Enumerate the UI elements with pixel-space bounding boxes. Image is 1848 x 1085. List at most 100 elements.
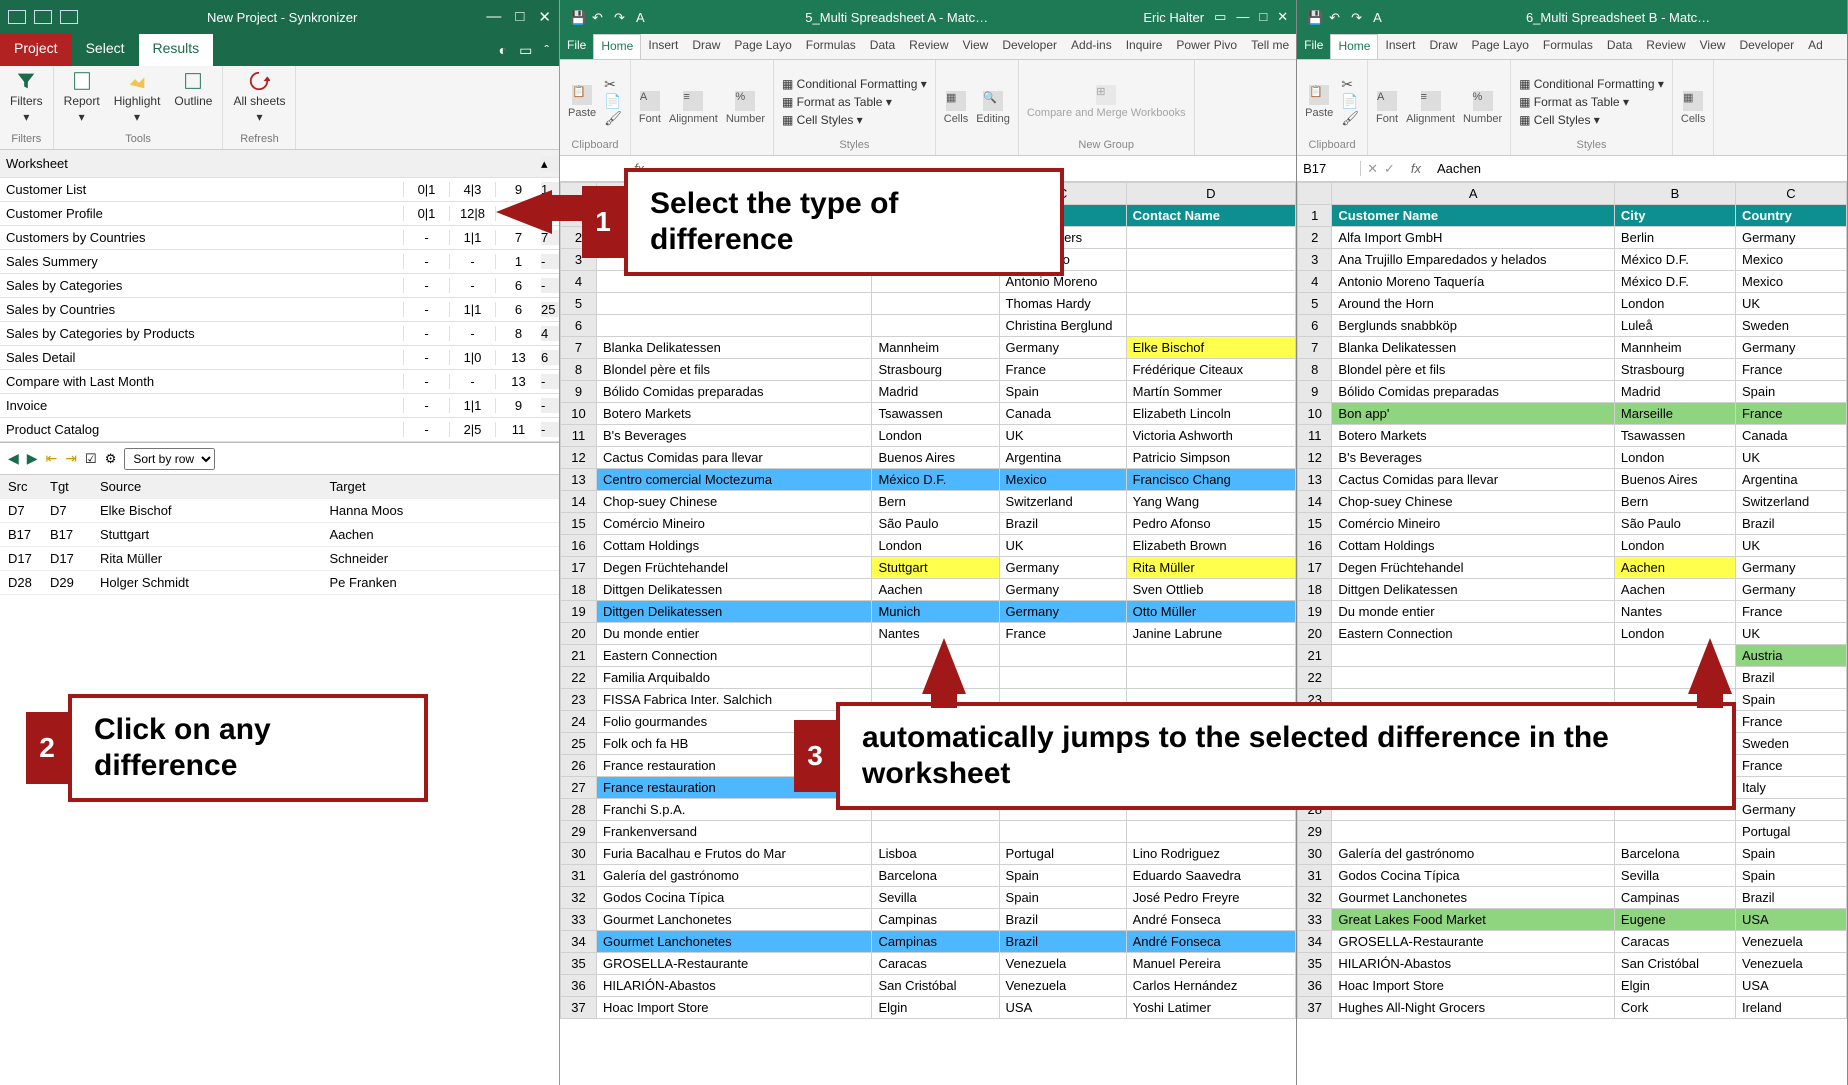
tab-power-pivo[interactable]: Power Pivo [1169, 34, 1244, 59]
user-name[interactable]: Eric Halter [1133, 10, 1214, 25]
sync-left-icon[interactable]: ⇤ [46, 450, 58, 467]
gear-icon[interactable]: ⚙ [105, 451, 117, 467]
table-row[interactable]: 35GROSELLA-RestauranteCaracasVenezuelaMa… [561, 953, 1296, 975]
tab-draw[interactable]: Draw [685, 34, 727, 59]
cell-styles-button[interactable]: ▦ Cell Styles ▾ [1519, 111, 1664, 129]
highlight-button[interactable]: Highlight▾ [114, 70, 161, 124]
tab-inquire[interactable]: Inquire [1119, 34, 1170, 59]
table-row[interactable]: 12B's BeveragesLondonUK [1298, 447, 1847, 469]
font-icon[interactable]: A [636, 10, 650, 24]
table-row[interactable]: 11Botero MarketsTsawassenCanada [1298, 425, 1847, 447]
table-row[interactable]: 7Blanka DelikatessenMannheimGermany [1298, 337, 1847, 359]
undo-icon[interactable]: ↶ [1329, 10, 1343, 24]
minimize-icon[interactable]: — [1236, 9, 1249, 25]
ribbon-options-icon[interactable]: ▭ [1214, 9, 1226, 25]
worksheet-row[interactable]: Customers by Countries-1|177 [0, 226, 559, 250]
table-row[interactable]: 36HILARIÓN-AbastosSan CristóbalVenezuela… [561, 975, 1296, 997]
sort-select[interactable]: Sort by row [124, 448, 215, 470]
diff-row[interactable]: D28D29Holger SchmidtPe Franken [0, 571, 559, 595]
worksheet-row[interactable]: Sales by Categories by Products--84 [0, 322, 559, 346]
table-row[interactable]: 30Galería del gastrónomoBarcelonaSpain [1298, 843, 1847, 865]
tab-data[interactable]: Data [1600, 34, 1639, 59]
sync-right-icon[interactable]: ⇥ [65, 450, 77, 467]
report-button[interactable]: Report▾ [64, 70, 100, 124]
table-row[interactable]: 20Eastern ConnectionLondonUK [1298, 623, 1847, 645]
tab-draw[interactable]: Draw [1423, 34, 1465, 59]
save-icon[interactable]: 💾 [1307, 10, 1321, 24]
options-icon[interactable]: ☑ [85, 451, 97, 467]
table-row[interactable]: 34GROSELLA-RestauranteCaracasVenezuela [1298, 931, 1847, 953]
layout-icon-2[interactable] [34, 10, 52, 24]
table-row[interactable]: 31Galería del gastrónomoBarcelonaSpainEd… [561, 865, 1296, 887]
minimize-icon[interactable]: — [486, 8, 501, 26]
table-row[interactable]: 32Godos Cocina TípicaSevillaSpainJosé Pe… [561, 887, 1296, 909]
save-icon[interactable]: 💾 [570, 10, 584, 24]
font-group[interactable]: AFont [639, 91, 661, 125]
format-table-button[interactable]: ▦ Format as Table ▾ [1519, 93, 1664, 111]
prev-diff-icon[interactable]: ◀ [8, 450, 19, 467]
table-row[interactable]: 9Bólido Comidas preparadasMadridSpainMar… [561, 381, 1296, 403]
tab-home[interactable]: Home [593, 34, 641, 59]
table-row[interactable]: 33Gourmet LanchonetesCampinasBrazilAndré… [561, 909, 1296, 931]
tab-page-layo[interactable]: Page Layo [1465, 34, 1536, 59]
table-row[interactable]: 13Centro comercial MoctezumaMéxico D.F.M… [561, 469, 1296, 491]
sheet-b-grid[interactable]: ABC1Customer NameCityCountry2Alfa Import… [1297, 182, 1847, 1019]
table-row[interactable]: 15Comércio MineiroSão PauloBrazilPedro A… [561, 513, 1296, 535]
tab-developer[interactable]: Developer [995, 34, 1064, 59]
table-row[interactable]: 36Hoac Import StoreElginUSA [1298, 975, 1847, 997]
table-row[interactable]: 11B's BeveragesLondonUKVictoria Ashworth [561, 425, 1296, 447]
table-row[interactable]: 3Ana Trujillo Emparedados y heladosMéxic… [1298, 249, 1847, 271]
undo-icon[interactable]: ↶ [592, 10, 606, 24]
table-row[interactable]: 1Customer NameCityCountry [1298, 205, 1847, 227]
paste-button[interactable]: 📋Paste [1305, 85, 1333, 119]
font-icon[interactable]: A [1373, 10, 1387, 24]
redo-icon[interactable]: ↷ [1351, 10, 1365, 24]
table-row[interactable]: 16Cottam HoldingsLondonUKElizabeth Brown [561, 535, 1296, 557]
tab-select[interactable]: Select [72, 34, 139, 66]
confirm-icon[interactable]: ✓ [1384, 161, 1395, 177]
table-row[interactable]: 6Christina Berglund [561, 315, 1296, 337]
tab-insert[interactable]: Insert [1378, 34, 1422, 59]
editing-group[interactable]: 🔍Editing [976, 91, 1010, 125]
table-row[interactable]: 29Frankenversand [561, 821, 1296, 843]
format-table-button[interactable]: ▦ Format as Table ▾ [782, 93, 927, 111]
table-row[interactable]: 33Great Lakes Food MarketEugeneUSA [1298, 909, 1847, 931]
table-row[interactable]: 5Thomas Hardy [561, 293, 1296, 315]
diff-row[interactable]: D17D17Rita Müller Schneider [0, 547, 559, 571]
table-row[interactable]: 17Degen FrüchtehandelStuttgartGermanyRit… [561, 557, 1296, 579]
table-row[interactable]: 21Austria [1298, 645, 1847, 667]
diff-row[interactable]: D7D7Elke BischofHanna Moos [0, 499, 559, 523]
table-row[interactable]: 2Alfa Import GmbHBerlinGermany [1298, 227, 1847, 249]
table-row[interactable]: 9Bólido Comidas preparadasMadridSpain [1298, 381, 1847, 403]
table-row[interactable]: 15Comércio MineiroSão PauloBrazil [1298, 513, 1847, 535]
tab-ad[interactable]: Ad [1801, 34, 1830, 59]
number-group[interactable]: %Number [1463, 91, 1502, 125]
cell-styles-button[interactable]: ▦ Cell Styles ▾ [782, 111, 927, 129]
alignment-group[interactable]: ≡Alignment [669, 91, 718, 125]
table-row[interactable]: 10Bon app'MarseilleFrance [1298, 403, 1847, 425]
maximize-icon[interactable]: □ [515, 8, 524, 26]
table-row[interactable]: 8Blondel père et filsStrasbourgFrance [1298, 359, 1847, 381]
sheet-a-grid[interactable]: CD1ryContact Name2Maria Anders3Ana Truji… [560, 182, 1296, 1019]
paste-button[interactable]: 📋Paste [568, 85, 596, 119]
tab-developer[interactable]: Developer [1732, 34, 1801, 59]
worksheet-row[interactable]: Sales by Countries-1|1625 [0, 298, 559, 322]
font-group[interactable]: AFont [1376, 91, 1398, 125]
formula-value-b[interactable]: Aachen [1431, 161, 1847, 176]
table-row[interactable]: 18Dittgen DelikatessenAachenGermany [1298, 579, 1847, 601]
table-row[interactable]: 35HILARIÓN-AbastosSan CristóbalVenezuela [1298, 953, 1847, 975]
fx-icon[interactable]: fx [1401, 161, 1431, 176]
tab-file[interactable]: File [1297, 34, 1330, 59]
tab-tell-me[interactable]: Tell me [1244, 34, 1296, 59]
tab-add-ins[interactable]: Add-ins [1064, 34, 1119, 59]
cond-format-button[interactable]: ▦ Conditional Formatting ▾ [1519, 75, 1664, 93]
table-row[interactable]: 37Hughes All-Night GrocersCorkIreland [1298, 997, 1847, 1019]
number-group[interactable]: %Number [726, 91, 765, 125]
filters-button[interactable]: Filters▾ [10, 70, 43, 124]
worksheet-row[interactable]: Customer Profile0|112|827- [0, 202, 559, 226]
name-box-b[interactable]: B17 [1297, 161, 1361, 176]
tab-insert[interactable]: Insert [641, 34, 685, 59]
table-row[interactable]: 13Cactus Comidas para llevarBuenos Aires… [1298, 469, 1847, 491]
tab-home[interactable]: Home [1330, 34, 1378, 59]
tab-formulas[interactable]: Formulas [799, 34, 863, 59]
